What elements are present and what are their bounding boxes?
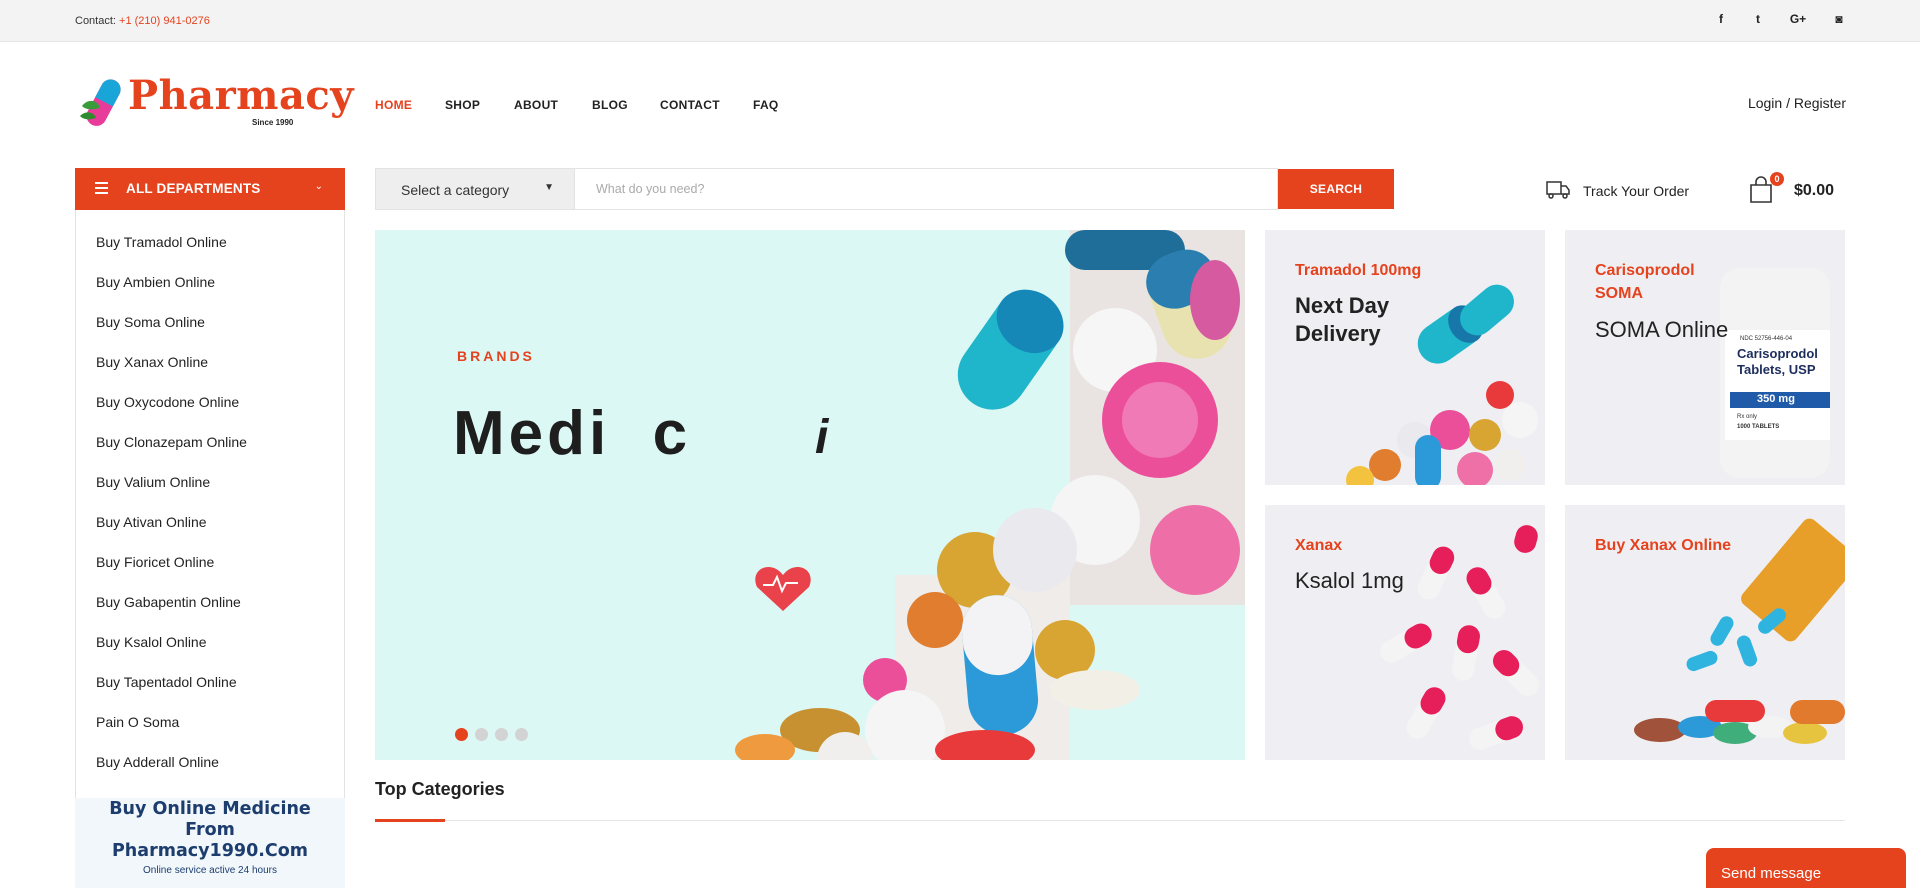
slider-dot[interactable] <box>495 728 508 741</box>
bottle-count: 1000 TABLETS <box>1737 424 1780 430</box>
nav-shop[interactable]: SHOP <box>445 98 480 112</box>
capsule-logo-icon <box>80 79 121 126</box>
section-title-top-categories: Top Categories <box>375 779 505 799</box>
chevron-down-icon: ⌄ <box>314 181 323 192</box>
delivery-truck-icon <box>1546 181 1570 199</box>
hero-headline: Medi c <box>453 399 692 468</box>
nav-contact[interactable]: CONTACT <box>660 98 720 112</box>
nav-about[interactable]: ABOUT <box>514 98 558 112</box>
search-input[interactable] <box>575 168 1278 210</box>
bottle-ndc: NDC 52756-446-04 <box>1740 336 1793 342</box>
banner-subtitle: Next Day Delivery <box>1295 293 1390 346</box>
banner-tramadol[interactable]: Tramadol 100mg Next Day Delivery <box>1265 230 1545 485</box>
caret-down-icon: ▼ <box>544 182 554 193</box>
track-order-label: Track Your Order <box>1583 183 1690 199</box>
contact-phone-link[interactable]: +1 (210) 941-0276 <box>119 15 210 27</box>
bottle-rx: Rx only <box>1737 414 1758 420</box>
department-item[interactable]: Buy Oxycodone Online <box>96 394 239 410</box>
department-item[interactable]: Buy Ksalol Online <box>96 634 207 650</box>
cart-total: $0.00 <box>1794 182 1835 199</box>
promo-line-2: From <box>185 820 235 840</box>
hero-pills-image <box>735 230 1245 760</box>
department-item[interactable]: Buy Fioricet Online <box>96 554 214 570</box>
department-item[interactable]: Buy Tapentadol Online <box>96 674 237 690</box>
facebook-icon[interactable]: f <box>1711 12 1731 26</box>
bottle-dose: 350 mg <box>1757 393 1795 405</box>
bottle-name: Carisoprodol <box>1737 346 1818 361</box>
instagram-icon[interactable]: ◙ <box>1829 12 1849 26</box>
department-item[interactable]: Buy Ativan Online <box>96 514 207 530</box>
promo-line-3: Pharmacy1990.Com <box>111 841 308 861</box>
logo-text: Pharmacy <box>128 72 354 119</box>
department-item[interactable]: Buy Adderall Online <box>96 754 219 770</box>
site-logo[interactable]: Pharmacy Since 1990 <box>78 72 354 132</box>
slider-dot[interactable] <box>515 728 528 741</box>
slider-dot[interactable] <box>475 728 488 741</box>
category-select[interactable]: Select a category ▼ <box>375 168 575 210</box>
banner-buy-xanax[interactable]: Buy Xanax Online <box>1565 505 1845 760</box>
send-message-button[interactable]: Send message <box>1706 848 1906 888</box>
department-item[interactable]: Buy Gabapentin Online <box>96 594 241 610</box>
google-plus-icon[interactable]: G+ <box>1788 12 1808 26</box>
promo-banner[interactable]: Buy Online Medicine From Pharmacy1990.Co… <box>75 798 345 888</box>
category-select-value: Select a category <box>401 182 510 198</box>
twitter-icon[interactable]: t <box>1748 12 1768 26</box>
department-item[interactable]: Buy Clonazepam Online <box>96 434 247 450</box>
nav-blog[interactable]: BLOG <box>592 98 628 112</box>
department-item[interactable]: Pain O Soma <box>96 714 179 730</box>
top-bar: Contact: +1 (210) 941-0276 f t G+ ◙ <box>0 0 1920 42</box>
promo-line-1: Buy Online Medicine <box>109 799 311 819</box>
cart-count-badge: 0 <box>1770 172 1784 186</box>
section-accent-bar <box>375 819 445 822</box>
banner-title: Carisoprodol SOMA <box>1595 262 1695 302</box>
hero-slider[interactable]: BRANDS Medi c i <box>375 230 1245 760</box>
department-item[interactable]: Buy Soma Online <box>96 314 205 330</box>
department-item[interactable]: Buy Xanax Online <box>96 354 208 370</box>
departments-list: Buy Tramadol Online Buy Ambien Online Bu… <box>75 210 345 800</box>
menu-icon <box>95 182 108 184</box>
banner-subtitle: Ksalol 1mg <box>1295 568 1404 593</box>
slider-dot[interactable] <box>455 728 468 741</box>
department-item[interactable]: Buy Ambien Online <box>96 274 215 290</box>
login-register-link[interactable]: Login / Register <box>1748 95 1846 111</box>
contact-info: Contact: +1 (210) 941-0276 <box>75 15 210 27</box>
banner-title: Buy Xanax Online <box>1595 537 1732 554</box>
cart-button[interactable]: 0 $0.00 <box>1748 172 1848 206</box>
promo-subtext: Online service active 24 hours <box>143 865 277 876</box>
banner-title: Xanax <box>1295 537 1343 554</box>
contact-label: Contact: <box>75 15 116 27</box>
nav-faq[interactable]: FAQ <box>753 98 779 112</box>
bottle-form: Tablets, USP <box>1737 362 1816 377</box>
banner-soma[interactable]: NDC 52756-446-04 Carisoprodol Tablets, U… <box>1565 230 1845 485</box>
department-item[interactable]: Buy Tramadol Online <box>96 234 227 250</box>
banner-title: Tramadol 100mg <box>1295 262 1422 279</box>
department-item[interactable]: Buy Valium Online <box>96 474 210 490</box>
hero-headline-tail: i <box>815 411 829 464</box>
all-departments-button[interactable]: ALL DEPARTMENTS ⌄ <box>75 168 345 210</box>
search-button[interactable]: SEARCH <box>1278 169 1394 209</box>
section-divider <box>375 820 1845 821</box>
logo-since: Since 1990 <box>252 118 294 127</box>
hero-eyebrow: BRANDS <box>457 348 535 364</box>
banner-subtitle: SOMA Online <box>1595 317 1729 342</box>
all-departments-label: ALL DEPARTMENTS <box>126 181 261 196</box>
banner-xanax[interactable]: Xanax Ksalol 1mg <box>1265 505 1545 760</box>
nav-home[interactable]: HOME <box>375 98 412 112</box>
